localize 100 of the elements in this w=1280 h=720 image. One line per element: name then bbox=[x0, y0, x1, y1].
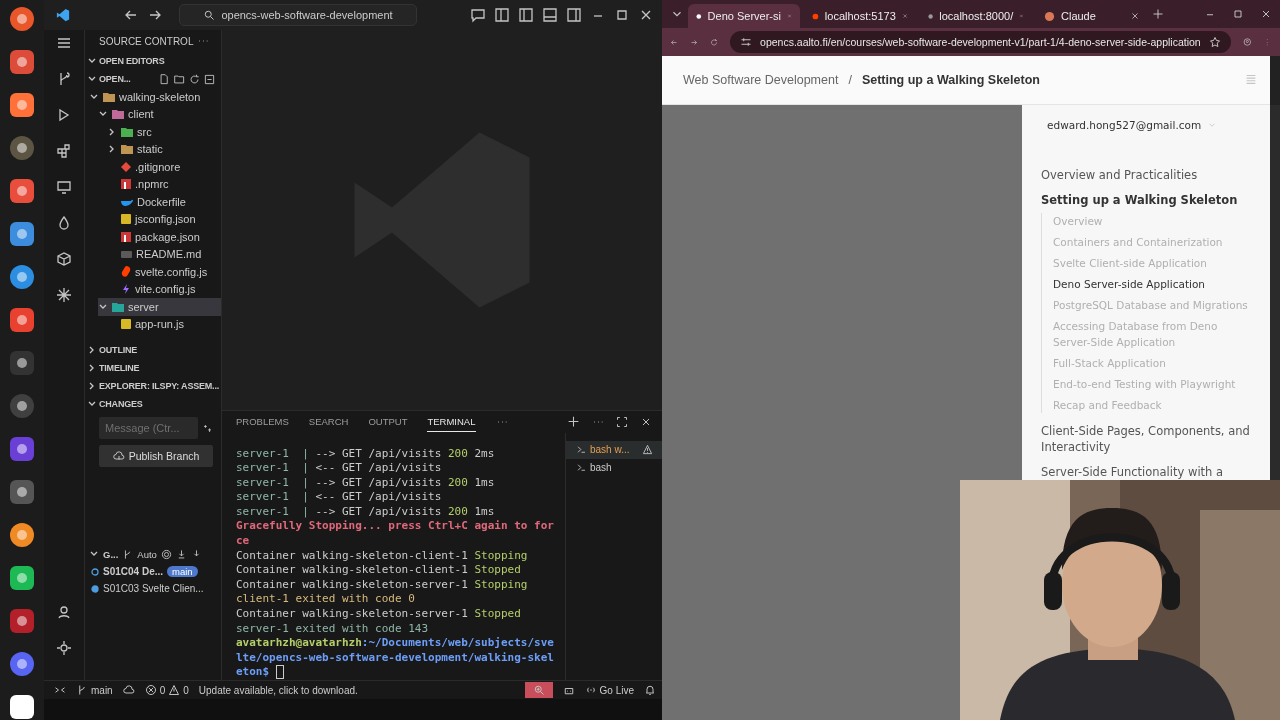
section-link[interactable]: Deno Server-side Application bbox=[1053, 276, 1256, 292]
scrollbar[interactable] bbox=[1270, 105, 1280, 480]
new-folder-icon[interactable] bbox=[174, 73, 185, 85]
search-icon[interactable] bbox=[203, 9, 216, 21]
refresh-icon[interactable] bbox=[189, 73, 200, 85]
warning-icon[interactable] bbox=[168, 684, 181, 696]
search-field[interactable]: opencs-web-software-development bbox=[179, 4, 417, 26]
app-icon[interactable] bbox=[9, 694, 35, 720]
layout-icon[interactable] bbox=[494, 7, 510, 23]
tree-item[interactable]: walking-skeleton bbox=[89, 88, 221, 106]
error-icon[interactable] bbox=[144, 684, 157, 696]
section-header[interactable]: G... bbox=[103, 548, 119, 560]
app-icon[interactable] bbox=[9, 221, 35, 247]
tree-item[interactable]: .npmrc bbox=[107, 175, 221, 193]
error-count[interactable]: 0 bbox=[159, 684, 166, 696]
tree-item[interactable]: jsconfig.json bbox=[107, 210, 221, 228]
new-tab-icon[interactable] bbox=[1152, 8, 1164, 20]
section-header[interactable]: OPEN... bbox=[85, 70, 221, 88]
graph-mode[interactable]: Auto bbox=[137, 548, 157, 560]
app-icon[interactable] bbox=[9, 608, 35, 634]
go-live-button[interactable]: Go Live bbox=[584, 684, 634, 696]
new-file-icon[interactable] bbox=[159, 73, 170, 85]
app-icon[interactable] bbox=[9, 92, 35, 118]
address-field[interactable]: opencs.aalto.fi/en/courses/web-software-development-v1/part-1/4-deno-server-side-application bbox=[730, 31, 1231, 53]
tree-item[interactable]: vite.config.js bbox=[107, 280, 221, 298]
panel-tab[interactable]: TERMINAL bbox=[427, 411, 476, 432]
app-icon[interactable] bbox=[9, 479, 35, 505]
app-icon[interactable] bbox=[9, 436, 35, 462]
bell-icon[interactable] bbox=[644, 684, 656, 696]
section-header[interactable]: EXPLORER: ILSPY: ASSEM... bbox=[85, 377, 221, 395]
section-header[interactable]: CHANGES bbox=[85, 395, 221, 413]
zoom-button[interactable] bbox=[524, 682, 553, 698]
section-header[interactable]: OPEN EDITORS bbox=[85, 52, 221, 70]
publish-branch-button[interactable]: Publish Branch bbox=[99, 445, 213, 467]
cloud-icon[interactable] bbox=[122, 684, 135, 696]
app-icon[interactable] bbox=[9, 264, 35, 290]
browser-tab[interactable]: Deno Server-si bbox=[688, 4, 800, 28]
maximize-icon[interactable] bbox=[614, 7, 630, 23]
app-icon[interactable] bbox=[9, 178, 35, 204]
collapse-icon[interactable] bbox=[204, 73, 215, 85]
app-icon[interactable] bbox=[9, 350, 35, 376]
close-icon[interactable] bbox=[1260, 8, 1272, 20]
branch-icon[interactable] bbox=[76, 684, 88, 696]
tree-item[interactable]: package.json bbox=[107, 228, 221, 246]
tree-item[interactable]: client bbox=[98, 105, 221, 123]
drop-icon[interactable] bbox=[56, 215, 72, 231]
browser-tab[interactable]: localhost:5173 bbox=[804, 4, 916, 28]
add-icon[interactable] bbox=[567, 415, 580, 428]
chapter-link[interactable]: Overview and Practicalities bbox=[1041, 167, 1256, 183]
remote-icon[interactable] bbox=[56, 179, 72, 195]
maximize-panel-icon[interactable] bbox=[616, 415, 628, 428]
warning-count[interactable]: 0 bbox=[183, 684, 189, 696]
app-icon[interactable] bbox=[9, 307, 35, 333]
tree-item[interactable]: server bbox=[98, 298, 221, 316]
panel-tab[interactable]: SEARCH bbox=[308, 411, 349, 432]
browser-tab[interactable]: Claude bbox=[1036, 4, 1148, 28]
panel-tab[interactable]: OUTPUT bbox=[368, 411, 408, 432]
menu-icon[interactable] bbox=[56, 35, 72, 51]
extensions-icon[interactable] bbox=[56, 143, 72, 159]
section-header[interactable]: OUTLINE bbox=[85, 341, 221, 359]
panel-tab[interactable]: PROBLEMS bbox=[236, 411, 289, 432]
app-icon[interactable] bbox=[9, 651, 35, 677]
star-icon[interactable] bbox=[1208, 36, 1221, 48]
app-icon[interactable] bbox=[9, 135, 35, 161]
box-icon[interactable] bbox=[56, 251, 72, 267]
chat-icon[interactable] bbox=[470, 7, 486, 23]
tree-item[interactable]: Dockerfile bbox=[107, 193, 221, 211]
broadcast-icon[interactable] bbox=[584, 684, 597, 696]
tree-item[interactable]: svelte.config.js bbox=[107, 263, 221, 281]
section-header[interactable]: TIMELINE bbox=[85, 359, 221, 377]
app-icon[interactable] bbox=[9, 565, 35, 591]
chapter-link[interactable]: Server-Side Functionality with a bbox=[1041, 464, 1256, 480]
commit-message-field[interactable]: Message (Ctr... bbox=[99, 417, 198, 439]
commit-item[interactable]: S01C03 Svelte Clien... bbox=[103, 583, 204, 594]
warning-icon[interactable] bbox=[642, 443, 653, 455]
panel-icon[interactable] bbox=[542, 7, 558, 23]
app-icon[interactable] bbox=[9, 6, 35, 32]
terminal-instance[interactable]: bash bbox=[566, 458, 662, 477]
terminal-icon[interactable] bbox=[576, 462, 587, 473]
commit-item[interactable]: S01C04 De... bbox=[103, 566, 164, 577]
tune-icon[interactable] bbox=[740, 36, 753, 48]
terminal-instance[interactable]: bash w... bbox=[566, 440, 662, 459]
close-icon[interactable] bbox=[1130, 11, 1140, 21]
tree-item[interactable]: .gitignore bbox=[107, 158, 221, 176]
update-message[interactable]: Update available, click to download. bbox=[198, 684, 358, 696]
sparkle-icon[interactable] bbox=[202, 422, 213, 434]
sidebar-icon[interactable] bbox=[566, 7, 582, 23]
tree-item[interactable]: static bbox=[107, 140, 221, 158]
app-icon[interactable] bbox=[9, 393, 35, 419]
tree-item[interactable]: src bbox=[107, 123, 221, 141]
sidebar-icon[interactable] bbox=[518, 7, 534, 23]
spark-icon[interactable] bbox=[56, 287, 72, 303]
target-icon[interactable] bbox=[160, 548, 172, 560]
tree-item[interactable]: README.md bbox=[107, 245, 221, 263]
account-icon[interactable] bbox=[56, 604, 72, 620]
branch-status[interactable]: main bbox=[76, 684, 113, 696]
account-menu[interactable]: edward.hong527@gmail.com bbox=[1041, 119, 1256, 131]
maximize-icon[interactable] bbox=[1232, 8, 1244, 20]
tree-item[interactable]: app-run.js bbox=[107, 315, 221, 333]
chapter-link[interactable]: Client-Side Pages, Components, and Interactivity bbox=[1041, 423, 1256, 455]
